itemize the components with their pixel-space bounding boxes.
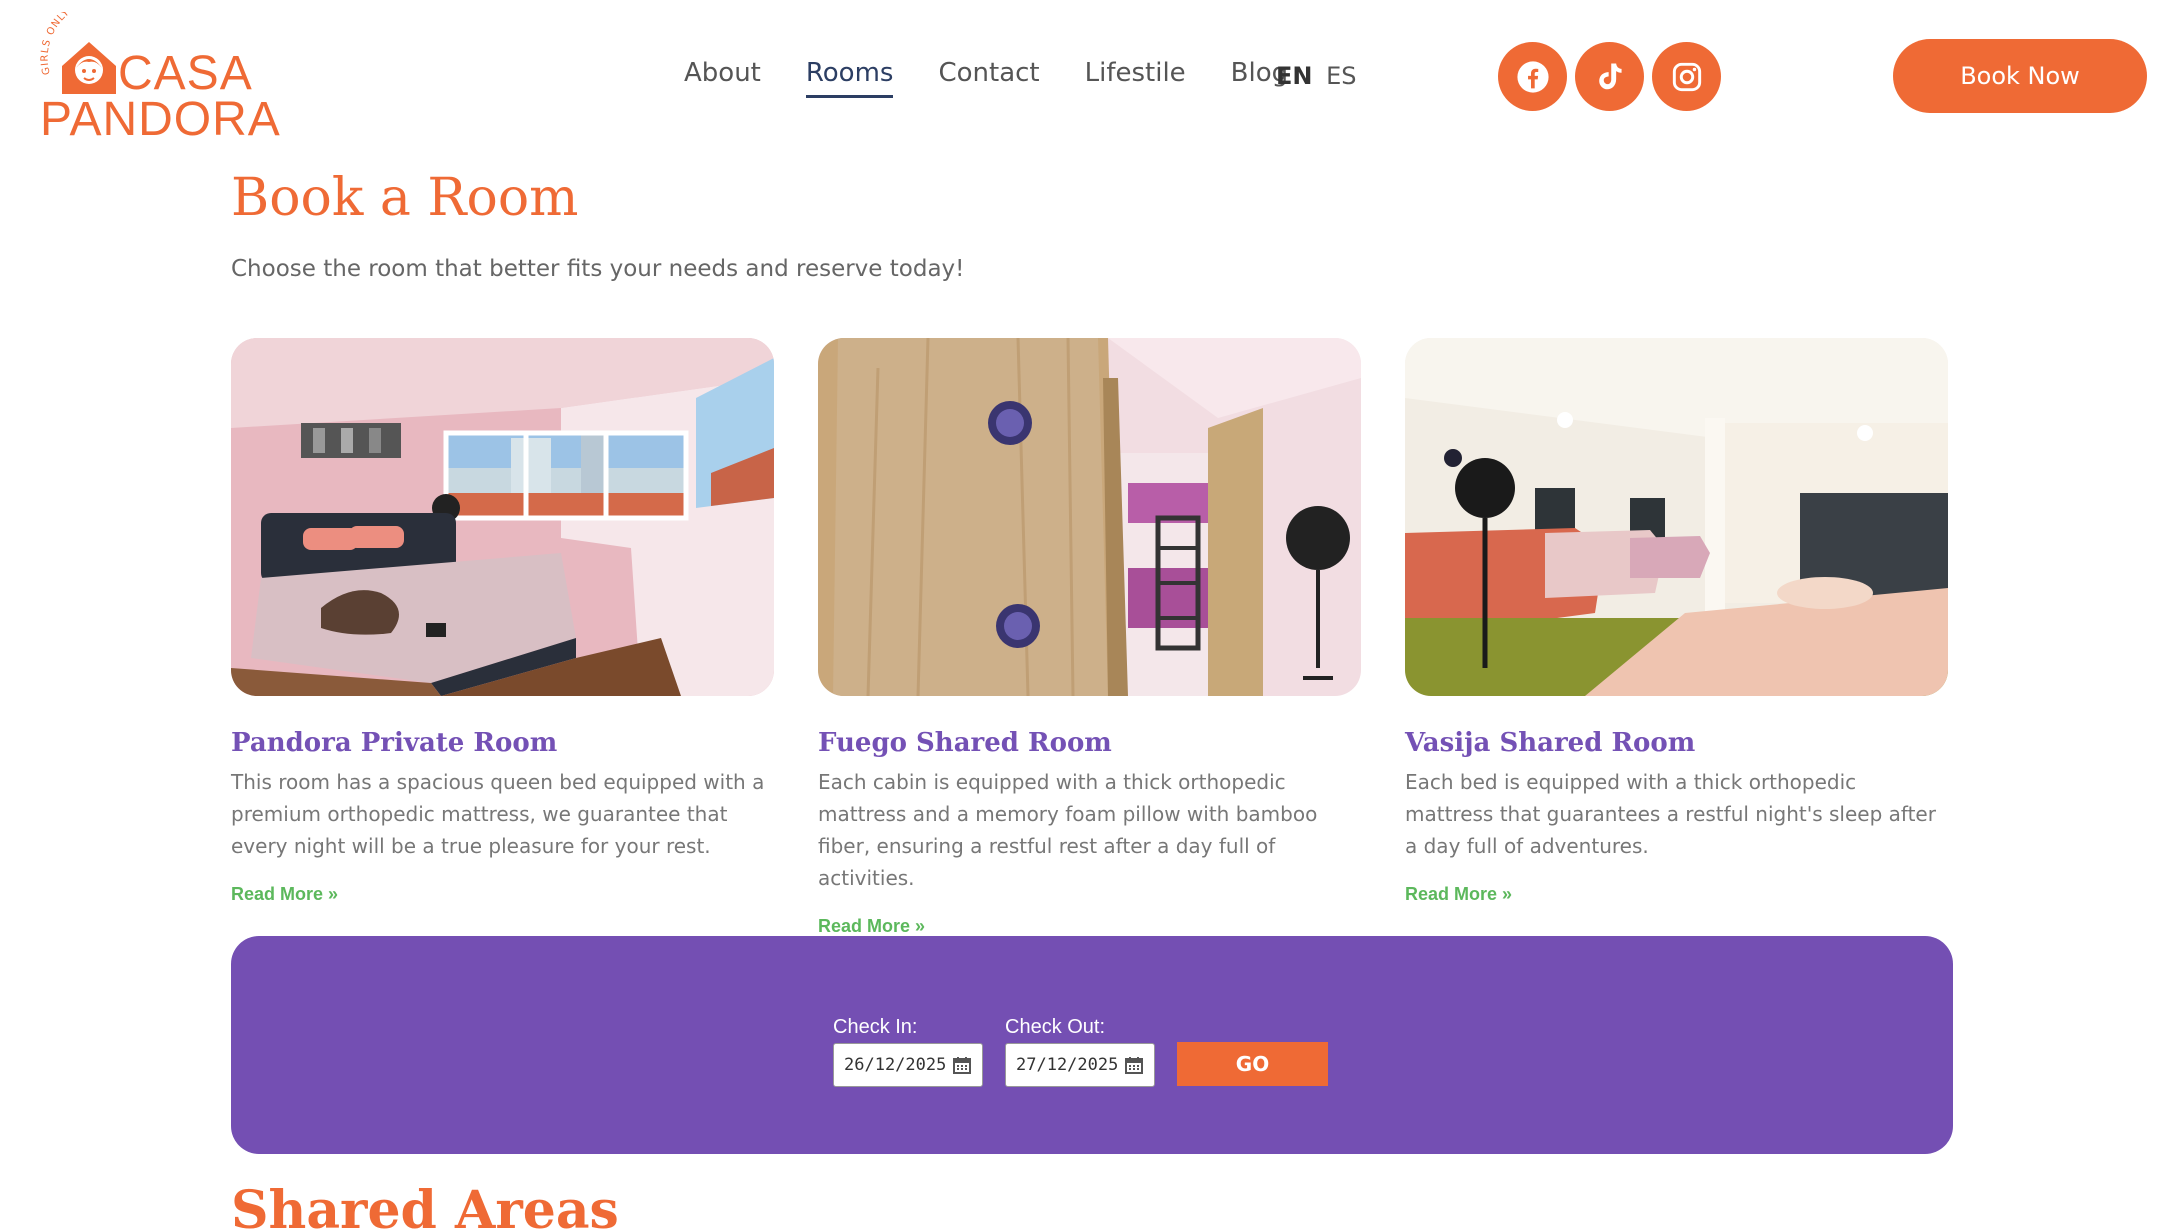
read-more-link[interactable]: Read More » — [1405, 884, 1512, 905]
logo-pandora-text: PANDORA — [40, 93, 281, 146]
casa-pandora-logo[interactable]: GIRLS ONLY HOSTEL CASA PANDORA — [40, 12, 280, 144]
room-title[interactable]: Fuego Shared Room — [818, 728, 1361, 758]
room-card: Vasija Shared Room Each bed is equipped … — [1405, 338, 1948, 905]
check-out-label: Check Out: — [1005, 1016, 1106, 1038]
calendar-icon[interactable] — [952, 1055, 972, 1075]
tiktok-icon[interactable] — [1575, 42, 1644, 111]
check-out-input[interactable]: 27/12/2025 — [1005, 1043, 1155, 1087]
check-in-field: Check In: 26/12/2025 — [833, 1016, 983, 1087]
check-in-label: Check In: — [833, 1016, 918, 1038]
check-out-field: Check Out: 27/12/2025 — [1005, 1016, 1155, 1087]
check-in-value: 26/12/2025 — [844, 1055, 947, 1075]
page-subtitle: Choose the room that better fits your ne… — [231, 256, 965, 282]
room-photo-fuego[interactable] — [818, 338, 1361, 696]
nav-rooms[interactable]: Rooms — [805, 58, 893, 98]
nav-contact[interactable]: Contact — [938, 58, 1039, 94]
social-links — [1498, 42, 1729, 111]
site-header: GIRLS ONLY HOSTEL CASA PANDORA About Roo… — [0, 0, 2158, 150]
girl-house-icon — [62, 42, 116, 94]
page-title: Book a Room — [231, 168, 579, 228]
instagram-icon[interactable] — [1652, 42, 1721, 111]
room-description: Each bed is equipped with a thick orthop… — [1405, 770, 1936, 858]
room-card: Pandora Private Room This room has a spa… — [231, 338, 774, 905]
read-more-link[interactable]: Read More » — [231, 884, 338, 905]
book-now-button[interactable]: Book Now — [1893, 39, 2147, 113]
lang-en[interactable]: EN — [1276, 62, 1312, 90]
logo-casa-text: CASA — [118, 47, 253, 100]
nav-lifestile[interactable]: Lifestile — [1085, 58, 1186, 94]
nav-about[interactable]: About — [684, 58, 761, 94]
calendar-icon[interactable] — [1124, 1055, 1144, 1075]
room-photo-vasija[interactable] — [1405, 338, 1948, 696]
facebook-icon[interactable] — [1498, 42, 1567, 111]
read-more-link[interactable]: Read More » — [818, 916, 925, 937]
go-button[interactable]: GO — [1177, 1042, 1328, 1086]
check-out-value: 27/12/2025 — [1016, 1055, 1119, 1075]
room-title[interactable]: Pandora Private Room — [231, 728, 774, 758]
shared-areas-title: Shared Areas — [231, 1180, 619, 1230]
room-photo-private[interactable] — [231, 338, 774, 696]
check-in-input[interactable]: 26/12/2025 — [833, 1043, 983, 1087]
language-switcher: EN ES — [1276, 62, 1357, 90]
main-nav: About Rooms Contact Lifestile Blog — [684, 58, 1333, 98]
room-card: Fuego Shared Room Each cabin is equipped… — [818, 338, 1361, 937]
lang-es[interactable]: ES — [1326, 62, 1356, 90]
room-description: This room has a spacious queen bed equip… — [231, 770, 765, 858]
room-title[interactable]: Vasija Shared Room — [1405, 728, 1948, 758]
booking-bar: Check In: 26/12/2025 Check Out: 27/12/20… — [231, 936, 1953, 1154]
room-description: Each cabin is equipped with a thick orth… — [818, 770, 1318, 890]
